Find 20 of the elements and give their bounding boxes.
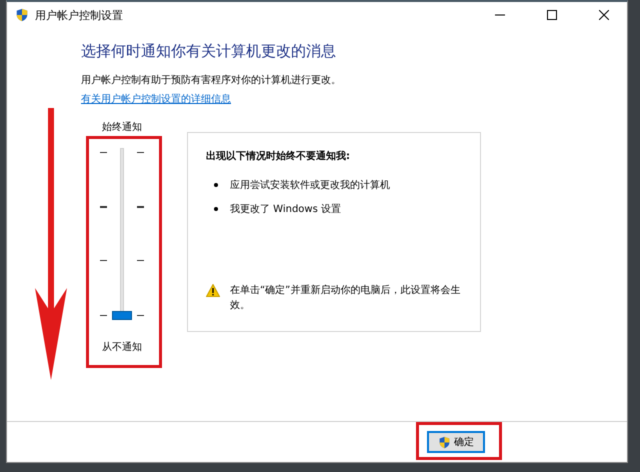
shield-icon [15,8,29,22]
window-title: 用户帐户控制设置 [35,8,124,22]
panel-title: 出现以下情况时始终不要通知我: [206,150,351,163]
bullet-text: 应用尝试安装软件或更改我的计算机 [230,178,390,192]
notify-slider[interactable] [112,148,132,320]
slider-bottom-label: 从不通知 [102,340,142,354]
bullet-text: 我更改了 Windows 设置 [230,202,341,216]
close-icon [599,10,609,20]
warning-text: 在单击“确定”并重新启动你的电脑后，此设置将会生效。 [230,284,462,313]
warning-icon [206,284,220,297]
bullet-icon [214,183,218,187]
slider-thumb[interactable] [112,311,132,320]
ok-button[interactable]: 确定 [427,431,485,453]
heading: 选择何时通知你有关计算机更改的消息 [81,42,337,61]
maximize-icon [547,10,557,20]
details-link[interactable]: 有关用户帐户控制设置的详细信息 [81,94,231,105]
slider-top-label: 始终通知 [102,120,142,134]
description: 用户帐户控制有助于预防有害程序对你的计算机进行更改。 [81,74,342,87]
shield-icon [438,436,451,448]
bullet-icon [214,207,218,211]
